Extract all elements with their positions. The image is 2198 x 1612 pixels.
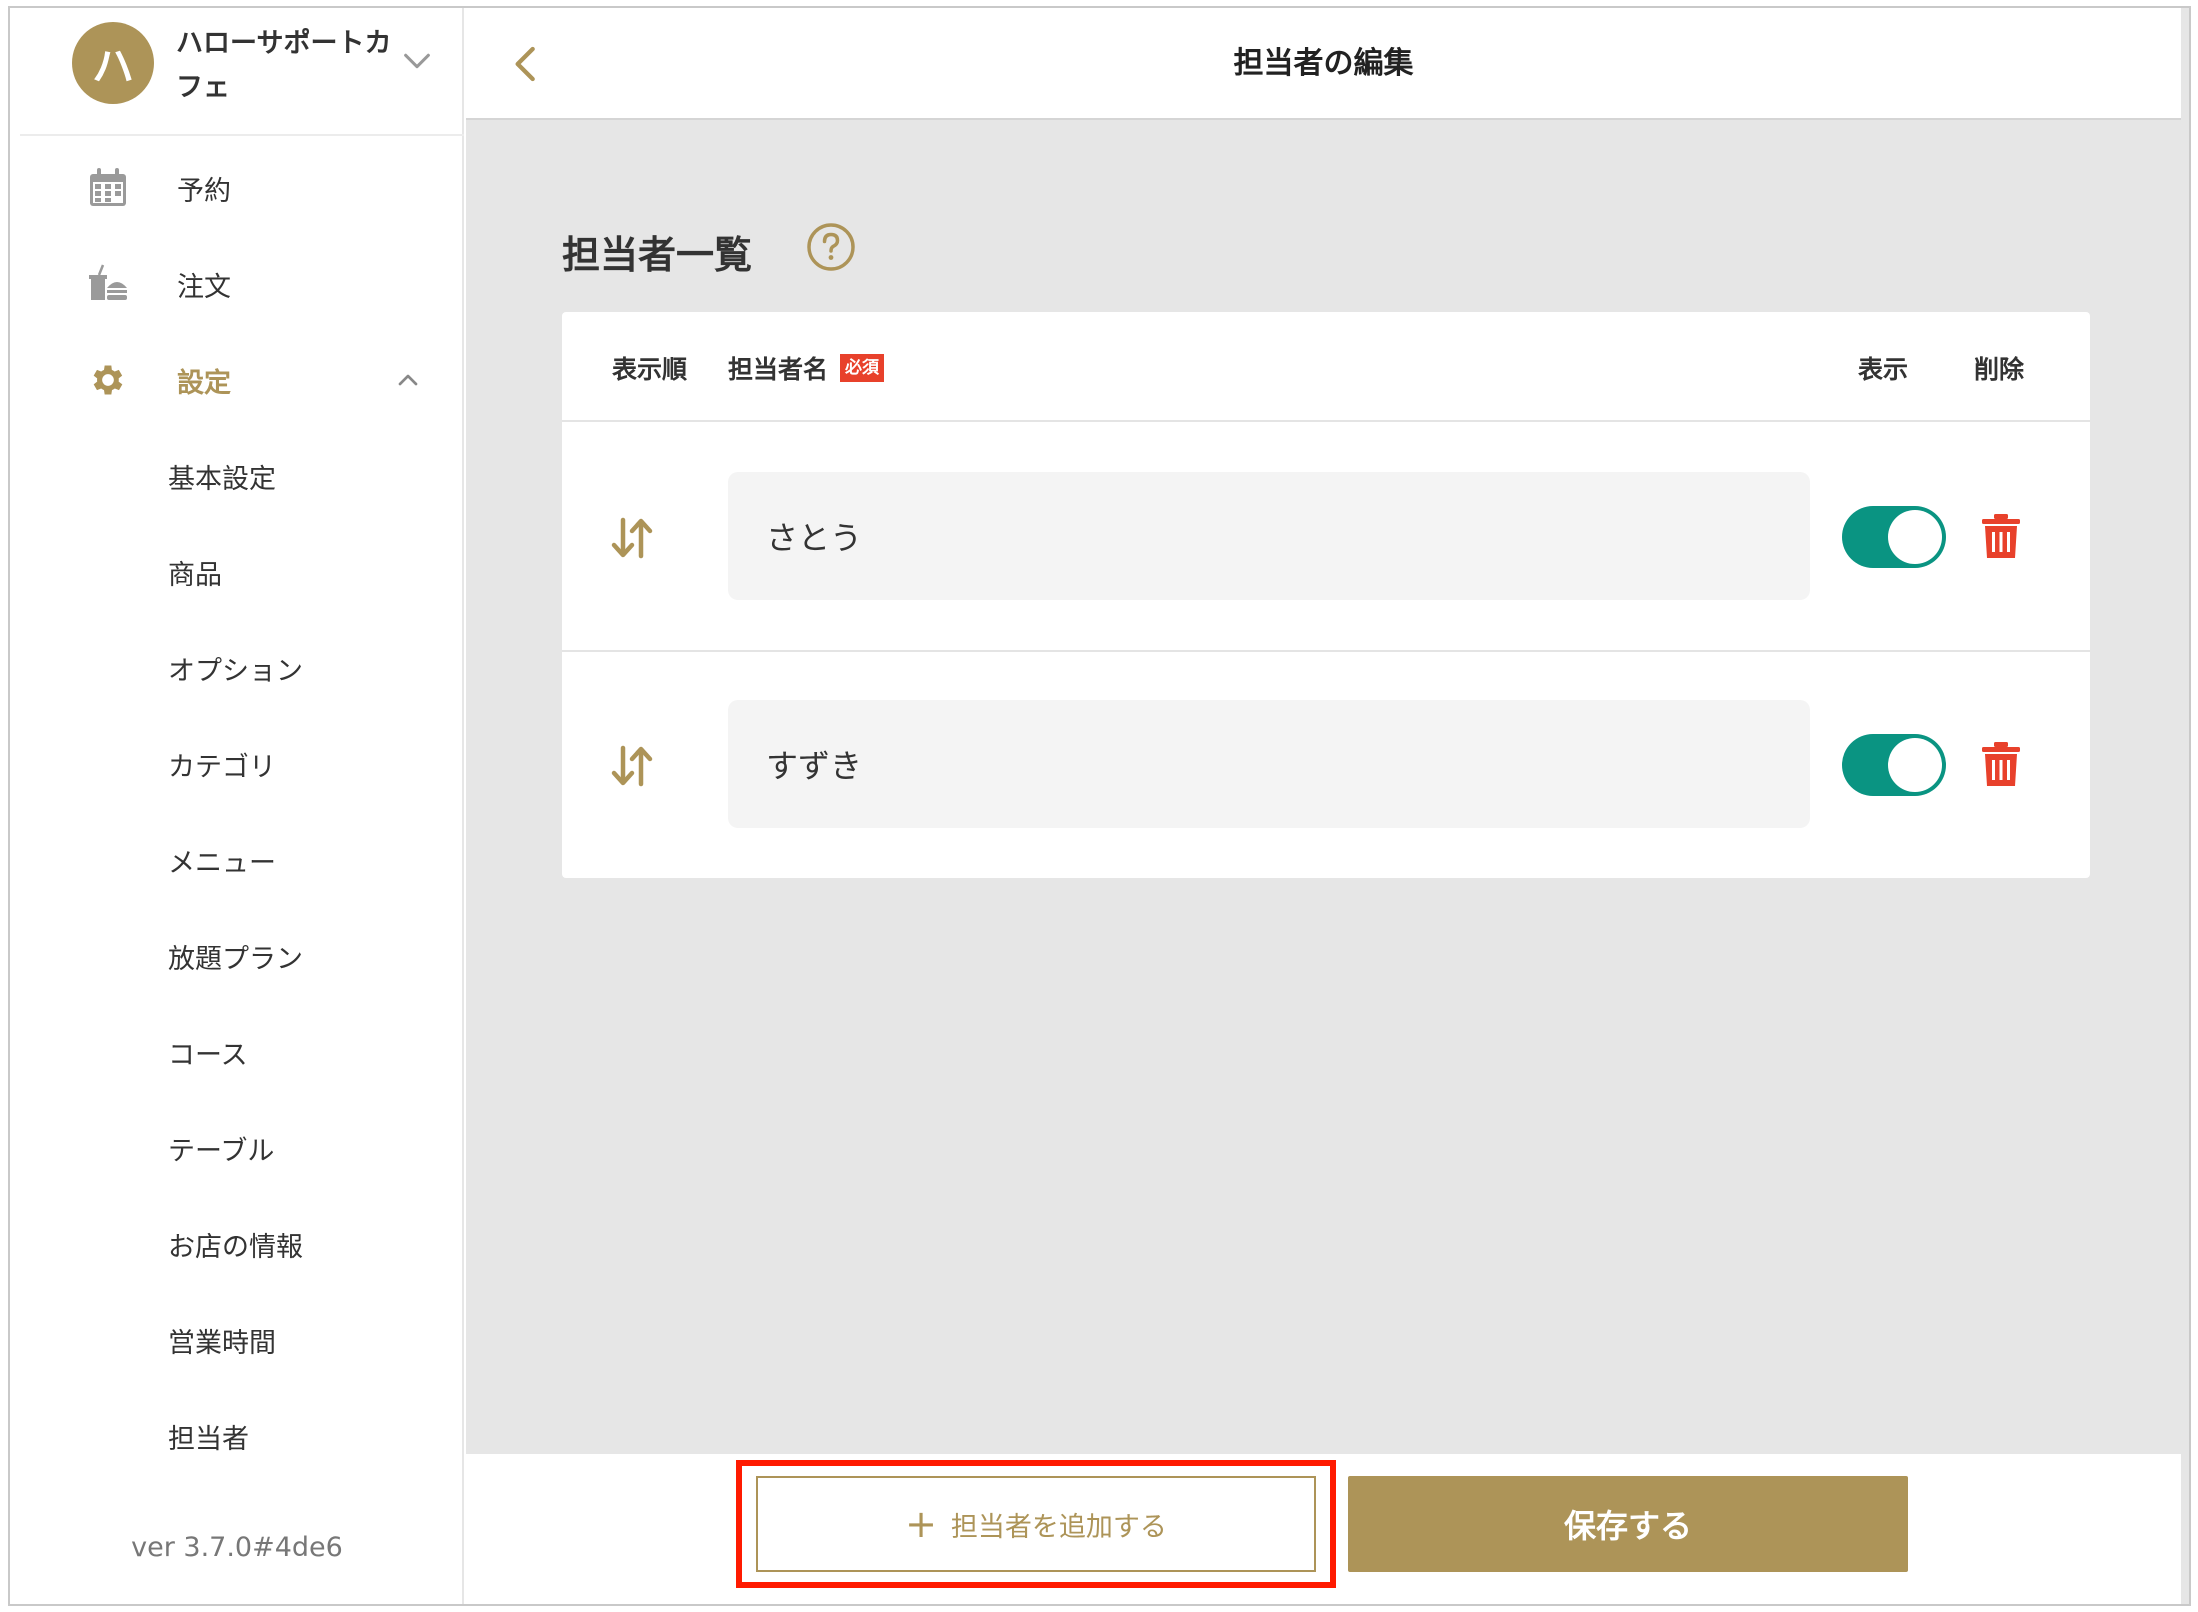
gear-icon	[86, 358, 130, 402]
trash-icon[interactable]	[1980, 740, 2022, 788]
toggle-knob	[1888, 738, 1942, 792]
table-row	[562, 652, 2090, 880]
display-toggle[interactable]	[1842, 506, 1946, 568]
add-staff-button[interactable]: + 担当者を追加する	[756, 1476, 1316, 1572]
store-name: ハローサポートカフェ	[176, 28, 392, 103]
sidebar-subitem-categories[interactable]: カテゴリ	[10, 716, 464, 812]
help-icon[interactable]	[806, 222, 856, 272]
sidebar: ハ ハローサポートカフェ 予約 注文 設定 基本設定 商品 オプション カテゴリ…	[10, 8, 464, 1604]
back-arrow-icon[interactable]	[506, 44, 546, 84]
column-header-delete: 削除	[1974, 355, 2025, 384]
main-content: 担当者の編集 担当者一覧 表示順 担当者名 必須 表示 削除 さとう すずき +…	[466, 8, 2189, 1604]
sidebar-item-reservation[interactable]: 予約	[10, 140, 464, 236]
sidebar-subitem-menu[interactable]: メニュー	[10, 812, 464, 908]
sidebar-item-order[interactable]: 注文	[10, 236, 464, 332]
sidebar-item-settings[interactable]: 設定	[10, 332, 464, 428]
staff-list-card: 表示順 担当者名 必須 表示 削除	[562, 312, 2090, 878]
sidebar-subitem-options[interactable]: オプション	[10, 620, 464, 716]
sidebar-nav: 予約 注文 設定 基本設定 商品 オプション カテゴリ メニュー 放題プラン コ	[10, 140, 464, 1484]
staff-name-input[interactable]	[728, 472, 1810, 600]
plus-icon: +	[905, 1502, 937, 1546]
trash-icon[interactable]	[1980, 512, 2022, 560]
table-row	[562, 424, 2090, 652]
sidebar-subitem-staff[interactable]: 担当者	[10, 1388, 464, 1484]
sidebar-item-label: 設定	[177, 367, 231, 399]
top-bar: 担当者の編集	[466, 8, 2181, 120]
column-header-display: 表示	[1858, 355, 1909, 384]
version-label: ver 3.7.0#4de6	[131, 1532, 343, 1563]
app-window: ハ ハローサポートカフェ 予約 注文 設定 基本設定 商品 オプション カテゴリ…	[8, 6, 2191, 1606]
store-switcher[interactable]: ハ ハローサポートカフェ	[20, 8, 464, 136]
sidebar-subitem-business-hours[interactable]: 営業時間	[10, 1292, 464, 1388]
sidebar-subitem-products[interactable]: 商品	[10, 524, 464, 620]
chevron-up-icon	[398, 374, 418, 386]
calendar-icon	[86, 166, 130, 210]
chevron-down-icon	[404, 53, 430, 69]
footer-bar: + 担当者を追加する 保存する	[466, 1454, 2181, 1604]
sort-handle-icon[interactable]	[608, 742, 656, 790]
toggle-knob	[1888, 510, 1942, 564]
sidebar-subitem-basic-settings[interactable]: 基本設定	[10, 428, 464, 524]
display-toggle[interactable]	[1842, 734, 1946, 796]
food-icon	[86, 262, 130, 306]
sidebar-item-label: 注文	[177, 271, 231, 303]
section-title: 担当者一覧	[562, 233, 753, 277]
sort-handle-icon[interactable]	[608, 514, 656, 562]
save-button[interactable]: 保存する	[1348, 1476, 1908, 1572]
page-title: 担当者の編集	[1233, 46, 1414, 81]
column-header-order: 表示順	[612, 355, 688, 384]
sidebar-subitem-shop-info[interactable]: お店の情報	[10, 1196, 464, 1292]
sidebar-item-label: 予約	[177, 175, 231, 207]
staff-name-input[interactable]	[728, 700, 1810, 828]
table-header: 表示順 担当者名 必須 表示 削除	[562, 312, 2090, 422]
required-badge: 必須	[840, 354, 884, 382]
sidebar-subitem-all-you-can-plans[interactable]: 放題プラン	[10, 908, 464, 1004]
add-staff-label: 担当者を追加する	[950, 1511, 1167, 1543]
sidebar-subitem-courses[interactable]: コース	[10, 1004, 464, 1100]
sidebar-subitem-tables[interactable]: テーブル	[10, 1100, 464, 1196]
column-header-name: 担当者名	[728, 355, 829, 384]
store-avatar: ハ	[72, 22, 154, 104]
